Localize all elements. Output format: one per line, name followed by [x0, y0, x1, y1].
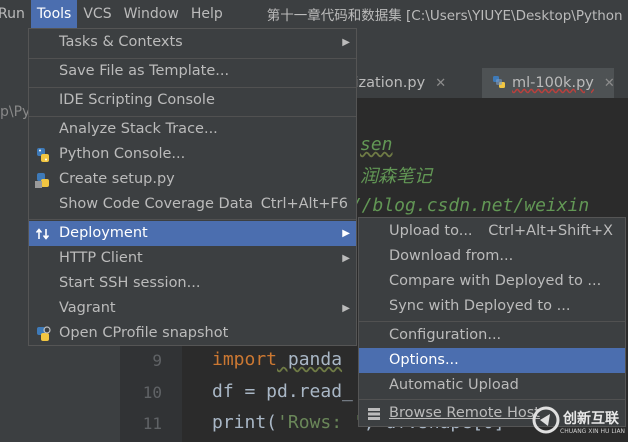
menu-item-label: Tasks & Contexts — [59, 34, 183, 50]
menu-item-label: Browse Remote Host — [389, 405, 540, 421]
python-file-icon — [493, 76, 505, 88]
submenu-arrow-icon: ▶ — [342, 253, 350, 264]
menu-item-label: Create setup.py — [59, 171, 175, 187]
submenu-arrow-icon: ▶ — [342, 303, 350, 314]
shortcut-label: Ctrl+Alt+Shift+X — [488, 223, 613, 239]
window-title: 第十一章代码和数据集 [C:\Users\YIUYE\Desktop\Pytho… — [266, 8, 623, 24]
menu-item-create-setup[interactable]: Create setup.py — [29, 167, 356, 192]
menu-item-label: Start SSH session... — [59, 275, 201, 291]
menu-item-ide-scripting-console[interactable]: IDE Scripting Console — [29, 88, 356, 113]
line-number: 10 — [142, 383, 162, 402]
code-line-import: import panda — [212, 349, 342, 370]
submenu-arrow-icon: ▶ — [342, 37, 350, 48]
menu-item-label: IDE Scripting Console — [59, 92, 215, 108]
menu-item-analyze-stack-trace[interactable]: Analyze Stack Trace... — [29, 117, 356, 142]
menu-item-label: Show Code Coverage Data — [59, 196, 254, 212]
deployment-icon — [35, 228, 50, 240]
menu-item-tasks-contexts[interactable]: Tasks & Contexts ▶ — [29, 30, 356, 55]
shortcut-label: Ctrl+Alt+F6 — [260, 196, 348, 212]
menu-bar: Run Tools VCS Window Help 第十一章代码和数据集 [C:… — [0, 0, 628, 28]
python-icon — [37, 148, 49, 162]
menu-item-python-console[interactable]: Python Console... — [29, 142, 356, 167]
profile-icon — [37, 326, 51, 341]
menu-separator — [29, 219, 356, 220]
menu-run[interactable]: Run — [0, 0, 31, 28]
menu-item-label: Analyze Stack Trace... — [59, 121, 218, 137]
submenu-arrow-icon: ▶ — [342, 228, 350, 239]
tab-label: ml-100k.py — [512, 75, 594, 91]
code-line-read: df = pd.read_ — [212, 381, 353, 402]
watermark-subtext: CHUANG XIN HU LIAN — [560, 428, 626, 435]
menu-item-label: Save File as Template... — [59, 63, 230, 79]
menu-item-label: HTTP Client — [59, 250, 143, 266]
menu-window[interactable]: Window — [118, 0, 185, 28]
menu-item-http-client[interactable]: HTTP Client ▶ — [29, 246, 356, 271]
menu-item-label: Automatic Upload — [389, 377, 519, 393]
menu-tools[interactable]: Tools — [30, 0, 78, 28]
submenu-item-automatic-upload[interactable]: Automatic Upload — [359, 373, 625, 398]
code-comment-author: sen — [360, 134, 393, 155]
code-string: 'Rows: ' — [277, 412, 364, 433]
tools-menu: Tasks & Contexts ▶ Save File as Template… — [28, 28, 357, 346]
menu-separator — [359, 321, 625, 322]
menu-item-open-cprofile[interactable]: Open CProfile snapshot — [29, 321, 356, 346]
submenu-item-compare-deployed[interactable]: Compare with Deployed to ... — [359, 269, 625, 294]
submenu-item-upload-to[interactable]: Upload to... Ctrl+Alt+Shift+X — [359, 219, 625, 244]
line-number: 11 — [142, 414, 162, 433]
menu-item-label: Options... — [389, 352, 459, 368]
line-number: 9 — [152, 351, 162, 370]
code-comment-url: ://blog.csdn.net/weixin — [340, 195, 590, 216]
close-icon[interactable]: ✕ — [435, 76, 446, 91]
project-path-fragment: p\Py — [0, 104, 31, 120]
server-icon — [368, 408, 380, 420]
submenu-item-sync-deployed[interactable]: Sync with Deployed to ... — [359, 294, 625, 319]
menu-item-save-template[interactable]: Save File as Template... — [29, 59, 356, 84]
menu-item-label: Upload to... — [389, 223, 473, 239]
close-icon[interactable]: ✕ — [604, 76, 615, 91]
watermark-text: 创新互联 — [563, 411, 619, 427]
keyword: import — [212, 349, 278, 370]
menu-item-label: Sync with Deployed to ... — [389, 298, 571, 314]
menu-item-label: Python Console... — [59, 146, 186, 162]
submenu-item-options[interactable]: Options... — [359, 348, 625, 373]
code-function: print( — [212, 412, 278, 433]
code-comment-blog: 润森笔记 — [360, 166, 432, 187]
menu-vcs[interactable]: VCS — [77, 0, 117, 28]
tab-ml-100k[interactable]: ml-100k.py ✕ — [482, 68, 615, 98]
menu-help[interactable]: Help — [185, 0, 229, 28]
python-setup-icon — [35, 173, 49, 188]
submenu-item-configuration[interactable]: Configuration... — [359, 323, 625, 348]
code-text: panda — [277, 349, 343, 370]
menu-separator — [359, 399, 625, 400]
menu-item-label: Compare with Deployed to ... — [389, 273, 602, 289]
menu-item-label: Open CProfile snapshot — [59, 325, 229, 341]
deployment-submenu: Upload to... Ctrl+Alt+Shift+X Download f… — [358, 217, 626, 427]
menu-item-label: Vagrant — [59, 300, 116, 316]
menu-item-deployment[interactable]: Deployment ▶ — [29, 221, 356, 246]
menu-item-label: Download from... — [389, 248, 514, 264]
menu-item-label: Configuration... — [389, 327, 502, 343]
menu-item-start-ssh-session[interactable]: Start SSH session... — [29, 271, 356, 296]
menu-item-label: Deployment — [59, 225, 148, 241]
menu-item-vagrant[interactable]: Vagrant ▶ — [29, 296, 356, 321]
submenu-item-download-from[interactable]: Download from... — [359, 244, 625, 269]
menu-item-show-code-coverage[interactable]: Show Code Coverage Data Ctrl+Alt+F6 — [29, 192, 356, 217]
